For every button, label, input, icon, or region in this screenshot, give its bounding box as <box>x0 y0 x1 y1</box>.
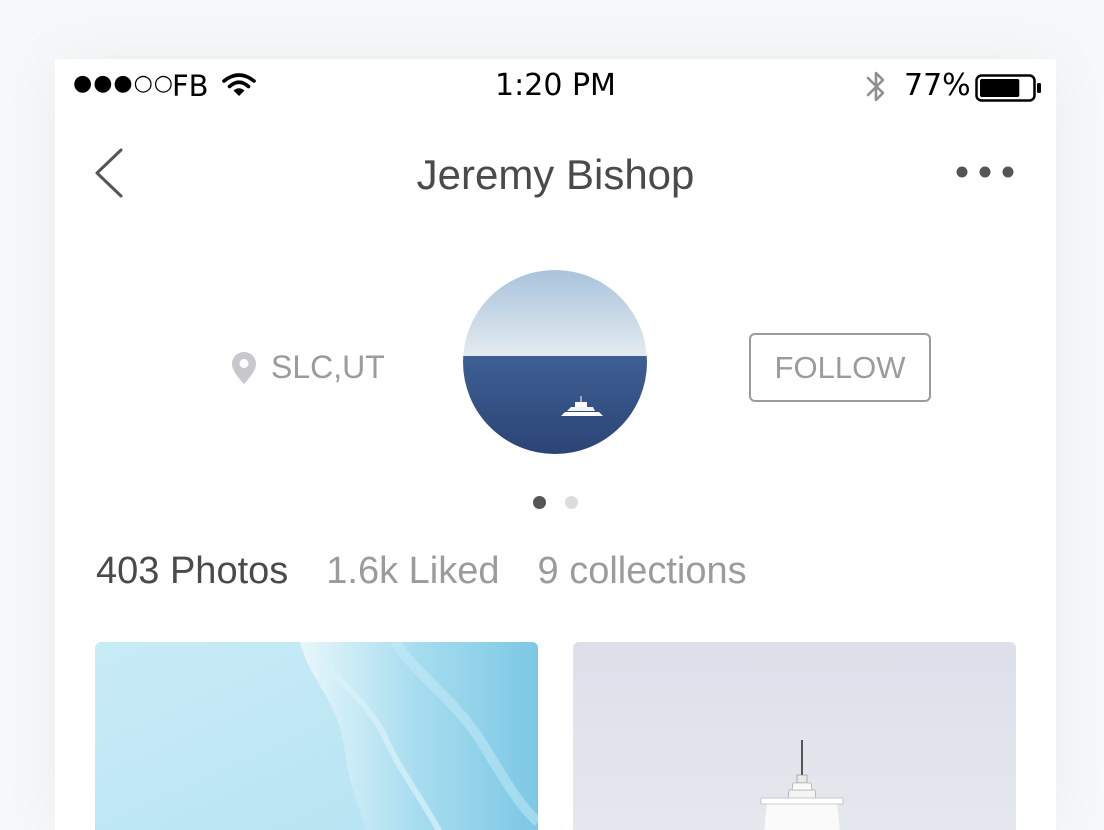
follow-button[interactable]: FOLLOW <box>749 333 931 402</box>
avatar[interactable] <box>463 270 647 454</box>
location-pin-icon <box>231 351 257 385</box>
profile-stats: 403 Photos 1.6k Liked 9 collections <box>96 550 785 593</box>
location: SLC,UT <box>231 349 385 386</box>
collections-count-tab[interactable]: 9 collections <box>538 550 747 593</box>
photo-thumbnail[interactable] <box>573 642 1016 830</box>
lighthouse-image <box>573 642 1016 830</box>
pager-dot-active[interactable] <box>533 496 546 509</box>
ice-wave-image <box>95 642 538 830</box>
phone-screen: ●●●○○ FB 1:20 PM 77% Jeremy Bishop SLC,U… <box>55 59 1056 830</box>
status-bar: ●●●○○ FB 1:20 PM 77% <box>55 59 1056 115</box>
liked-count-tab[interactable]: 1.6k Liked <box>326 550 499 593</box>
more-options-icon[interactable] <box>951 159 1017 190</box>
battery-icon <box>975 74 1043 106</box>
page-title: Jeremy Bishop <box>416 151 695 198</box>
avatar-pager <box>533 496 578 509</box>
pager-dot[interactable] <box>565 496 578 509</box>
avatar-image <box>463 270 647 454</box>
location-label: SLC,UT <box>271 349 385 385</box>
photo-thumbnail[interactable] <box>95 642 538 830</box>
bluetooth-icon <box>863 68 889 110</box>
battery-percent: 77% <box>904 68 971 103</box>
photos-count-tab[interactable]: 403 Photos <box>96 550 288 593</box>
